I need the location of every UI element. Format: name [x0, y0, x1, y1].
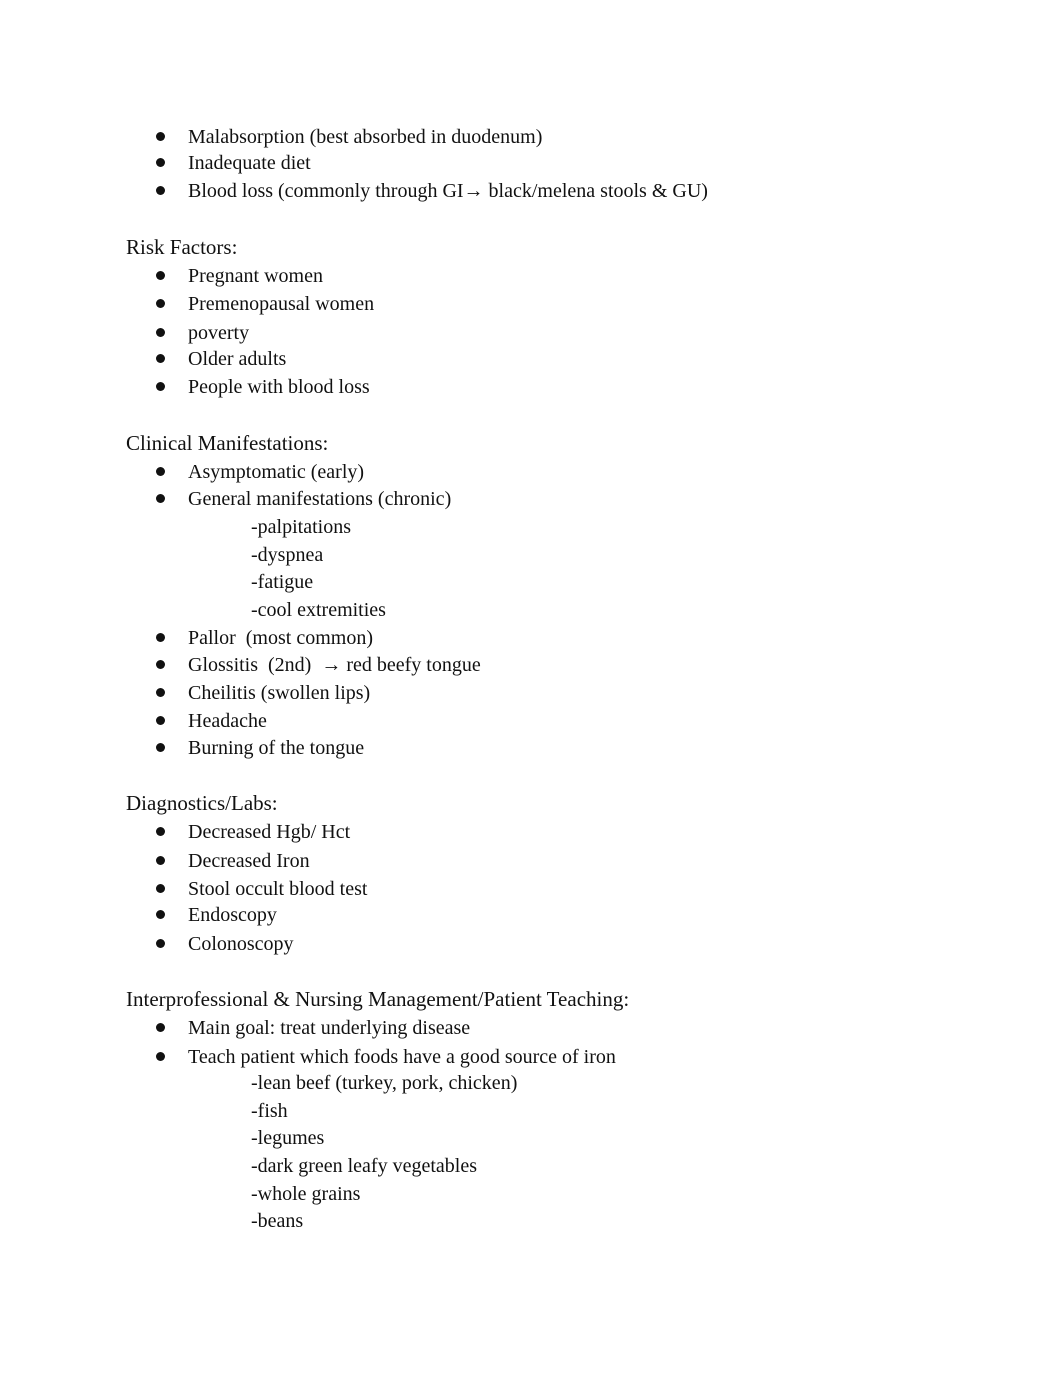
sub-item: -dark green leafy vegetables: [251, 1155, 477, 1177]
sub-item: -cool extremities: [251, 599, 386, 621]
list-item: Premenopausal women: [188, 293, 375, 315]
bullet-icon: [156, 660, 165, 669]
list-item: Main goal: treat underlying disease: [188, 1017, 471, 1039]
bullet-icon: [156, 467, 165, 476]
list-item: Teach patient which foods have a good so…: [188, 1046, 616, 1068]
list-item: Malabsorption (best absorbed in duodenum…: [188, 126, 543, 148]
section-heading: Risk Factors:: [126, 235, 238, 259]
bullet-icon: [156, 328, 165, 337]
sub-item: -whole grains: [251, 1183, 361, 1205]
list-item: Pallor (most common): [188, 627, 373, 649]
bullet-icon: [156, 299, 165, 308]
bullet-icon: [156, 910, 165, 919]
bullet-icon: [156, 494, 165, 503]
sub-item: -fatigue: [251, 571, 314, 593]
bullet-icon: [156, 186, 165, 195]
sub-item: -legumes: [251, 1127, 325, 1149]
list-item: Glossitis (2nd) → red beefy tongue: [188, 654, 481, 676]
list-item: Blood loss (commonly through GI→ black/m…: [188, 180, 708, 202]
bullet-icon: [156, 743, 165, 752]
bullet-icon: [156, 158, 165, 167]
list-item: Endoscopy: [188, 904, 277, 926]
list-item: Headache: [188, 710, 267, 732]
list-item: poverty: [188, 322, 250, 344]
bullet-icon: [156, 354, 165, 363]
sub-item: -palpitations: [251, 516, 351, 538]
list-item: People with blood loss: [188, 376, 370, 398]
sub-item: -dyspnea: [251, 544, 324, 566]
bullet-icon: [156, 633, 165, 642]
list-item: Burning of the tongue: [188, 737, 365, 759]
bullet-icon: [156, 884, 165, 893]
section-heading: Diagnostics/Labs:: [126, 791, 278, 815]
section-heading: Interprofessional & Nursing Management/P…: [126, 987, 630, 1011]
bullet-icon: [156, 1023, 165, 1032]
list-item: Inadequate diet: [188, 152, 311, 174]
sub-item: -fish: [251, 1100, 288, 1122]
bullet-icon: [156, 688, 165, 697]
list-item: Stool occult blood test: [188, 878, 368, 900]
bullet-icon: [156, 716, 165, 725]
list-item: Older adults: [188, 348, 287, 370]
bullet-icon: [156, 132, 165, 141]
bullet-icon: [156, 827, 165, 836]
list-item: Decreased Iron: [188, 850, 310, 872]
bullet-icon: [156, 271, 165, 280]
list-item: General manifestations (chronic): [188, 488, 452, 510]
list-item: Asymptomatic (early): [188, 461, 365, 483]
list-item: Decreased Hgb/ Hct: [188, 821, 351, 843]
section-heading: Clinical Manifestations:: [126, 431, 329, 455]
list-item: Cheilitis (swollen lips): [188, 682, 371, 704]
sub-item: -beans: [251, 1210, 304, 1232]
list-item: Colonoscopy: [188, 933, 294, 955]
sub-item: -lean beef (turkey, pork, chicken): [251, 1072, 518, 1094]
bullet-icon: [156, 1052, 165, 1061]
bullet-icon: [156, 856, 165, 865]
bullet-icon: [156, 382, 165, 391]
list-item: Pregnant women: [188, 265, 323, 287]
bullet-icon: [156, 939, 165, 948]
